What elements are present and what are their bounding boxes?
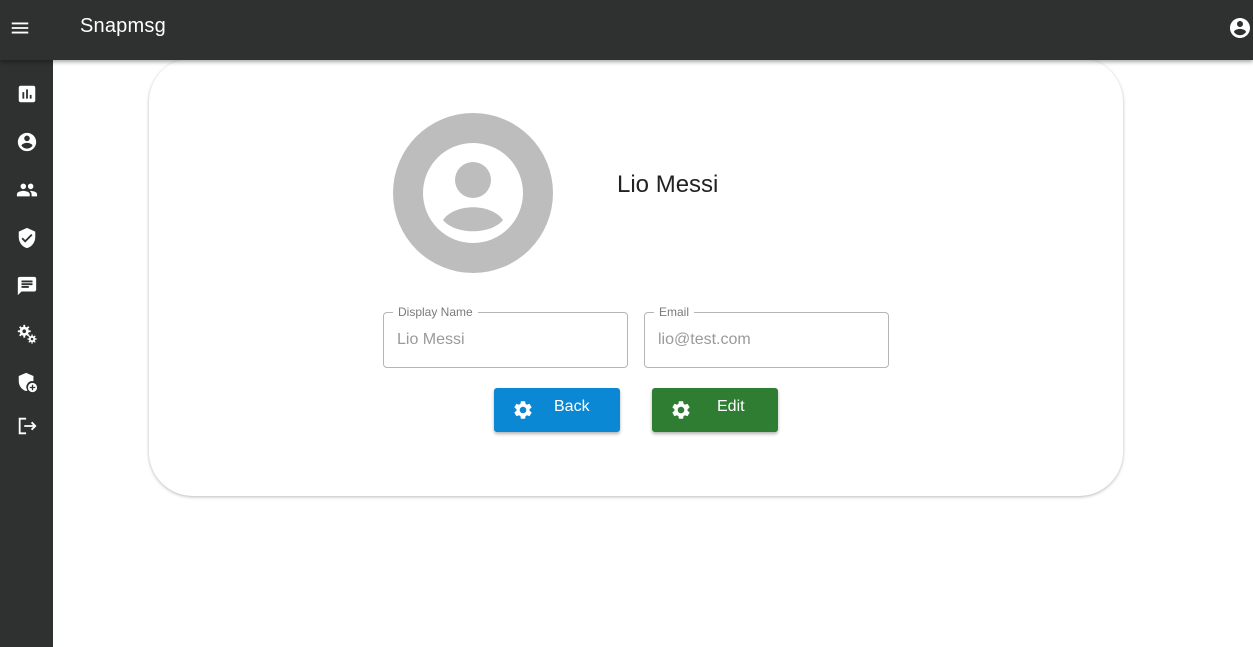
sidebar-item-profile[interactable] — [0, 122, 53, 162]
settings-gears-icon — [17, 324, 37, 344]
account-circle-icon — [17, 132, 36, 152]
email-input[interactable] — [645, 313, 888, 367]
app-title: Snapmsg — [80, 15, 166, 37]
display-name-field: Display Name — [383, 304, 628, 368]
verified-shield-icon — [18, 227, 35, 249]
gear-icon — [672, 401, 690, 419]
display-name-input[interactable] — [384, 313, 627, 367]
gear-icon — [514, 401, 532, 419]
sidebar-item-dashboard[interactable] — [0, 74, 53, 114]
app-bar: Snapmsg — [0, 0, 1253, 60]
logout-icon — [18, 417, 37, 435]
sidebar-item-users[interactable] — [0, 170, 53, 210]
profile-name: Lio Messi — [617, 171, 719, 198]
edit-button[interactable]: Edit — [652, 388, 778, 432]
back-button-label: Back — [554, 398, 590, 415]
back-button[interactable]: Back — [494, 388, 620, 432]
sidebar-item-settings[interactable] — [0, 314, 53, 354]
people-icon — [16, 183, 37, 197]
account-circle-icon — [1230, 18, 1250, 38]
shield-add-icon — [18, 372, 37, 393]
menu-button[interactable] — [8, 16, 32, 40]
sidebar-item-admin[interactable] — [0, 362, 53, 402]
email-field: Email — [644, 304, 889, 368]
sidebar-item-logout[interactable] — [0, 406, 53, 446]
dashboard-chart-icon — [18, 85, 35, 103]
sidebar-item-messages[interactable] — [0, 266, 53, 306]
default-avatar-icon — [393, 113, 553, 273]
account-button[interactable] — [1227, 15, 1253, 41]
hamburger-menu-icon — [11, 22, 29, 34]
sidebar — [0, 60, 53, 647]
sidebar-item-verified[interactable] — [0, 218, 53, 258]
edit-button-label: Edit — [717, 398, 745, 415]
chat-message-icon — [17, 276, 36, 296]
profile-card: Lio Messi Display Name Email Back Edit — [149, 58, 1123, 496]
